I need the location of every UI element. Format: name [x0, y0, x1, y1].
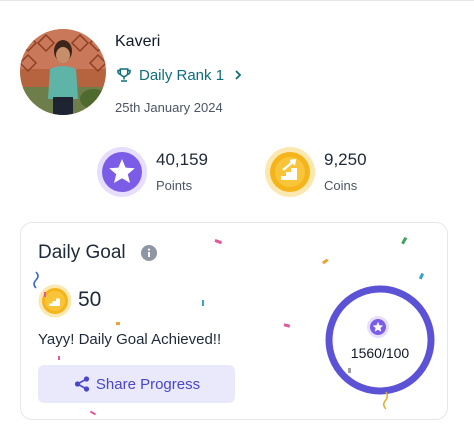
goal-achieved-message: Yayy! Daily Goal Achieved!!	[38, 331, 222, 348]
profile-date: 25th January 2024	[115, 100, 223, 115]
user-name: Kaveri	[115, 33, 161, 50]
share-progress-button[interactable]: Share Progress	[38, 365, 235, 403]
points-label: Points	[156, 178, 193, 193]
daily-goal-title: Daily Goal	[38, 242, 126, 263]
trophy-icon	[117, 68, 131, 82]
coins-label: Coins	[324, 178, 358, 193]
info-icon[interactable]	[141, 245, 157, 261]
daily-goal-coins: 50	[78, 288, 102, 311]
star-icon	[367, 316, 389, 338]
star-icon	[97, 147, 147, 197]
daily-rank-link[interactable]: Daily Rank 1	[115, 66, 244, 84]
goal-progress-value: 1560/100	[350, 345, 410, 361]
daily-rank-label: Daily Rank 1	[139, 66, 225, 84]
share-icon	[74, 376, 89, 392]
coin-icon	[38, 284, 72, 318]
coins-value: 9,250	[324, 150, 367, 169]
share-progress-label: Share Progress	[95, 375, 201, 393]
goal-progress-ring	[325, 285, 435, 395]
top-divider	[0, 0, 474, 1]
chevron-right-icon	[235, 70, 242, 80]
avatar	[20, 29, 106, 115]
points-value: 40,159	[156, 150, 208, 169]
coin-icon	[265, 147, 315, 197]
